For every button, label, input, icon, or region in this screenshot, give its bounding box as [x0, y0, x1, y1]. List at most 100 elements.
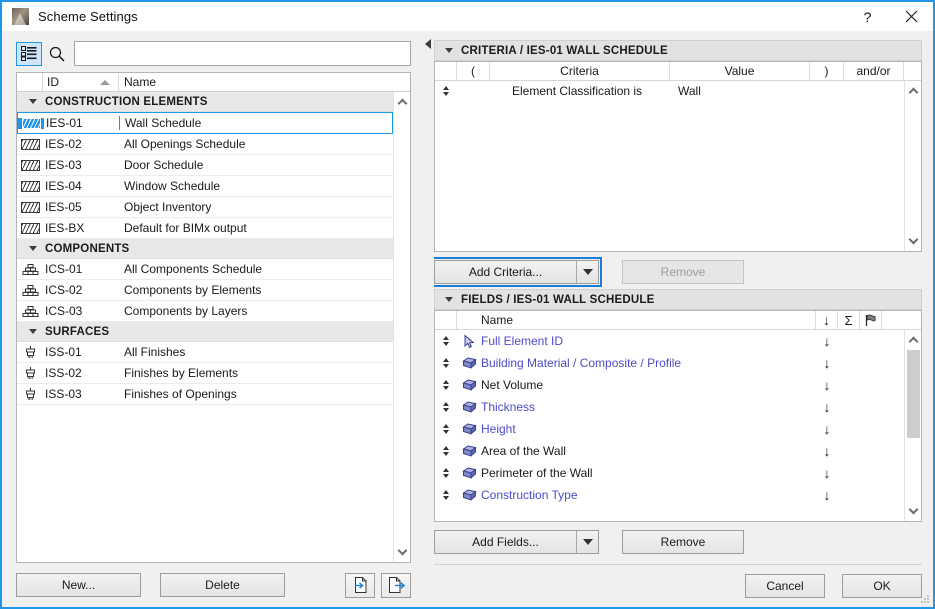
criteria-col-criteria[interactable]: Criteria: [490, 62, 670, 80]
criteria-col-open-paren[interactable]: (: [457, 62, 490, 80]
field-sort-icon[interactable]: ↓: [794, 399, 860, 415]
close-button[interactable]: [889, 2, 933, 31]
field-type-icon: [457, 466, 481, 480]
reorder-handle-icon[interactable]: [435, 468, 457, 478]
ok-button[interactable]: OK: [842, 574, 922, 598]
field-row[interactable]: Construction Type ↓: [435, 484, 904, 506]
criteria-panel-header[interactable]: CRITERIA / IES-01 WALL SCHEDULE: [434, 40, 922, 61]
fields-scroll-down[interactable]: [905, 503, 922, 519]
fields-panel-header[interactable]: FIELDS / IES-01 WALL SCHEDULE: [434, 289, 922, 310]
field-name[interactable]: Full Element ID: [481, 334, 794, 348]
scheme-list-item[interactable]: ISS-03 Finishes of Openings: [17, 384, 393, 405]
criteria-col-close-paren[interactable]: ): [810, 62, 844, 80]
field-name[interactable]: Construction Type: [481, 488, 794, 502]
delete-button[interactable]: Delete: [160, 573, 285, 597]
scheme-list-item[interactable]: ICS-03 Components by Layers: [17, 301, 393, 322]
reorder-handle-icon[interactable]: [435, 490, 457, 500]
remove-fields-button[interactable]: Remove: [622, 530, 744, 554]
criteria-value[interactable]: Wall: [670, 84, 810, 98]
criteria-col-value[interactable]: Value: [670, 62, 810, 80]
resize-grip[interactable]: [920, 594, 930, 604]
criteria-expression[interactable]: Element Classification is: [490, 84, 670, 98]
fields-col-sort[interactable]: ↓: [816, 311, 838, 329]
field-row[interactable]: Height ↓: [435, 418, 904, 440]
reorder-handle-icon[interactable]: [435, 424, 457, 434]
field-sort-icon[interactable]: ↓: [794, 377, 860, 393]
pane-divider[interactable]: [423, 31, 434, 607]
fields-scroll-up[interactable]: [905, 332, 922, 348]
criteria-scroll-down[interactable]: [905, 233, 922, 249]
reorder-handle-icon[interactable]: [435, 380, 457, 390]
field-name[interactable]: Perimeter of the Wall: [481, 466, 794, 480]
field-row[interactable]: Thickness ↓: [435, 396, 904, 418]
field-name[interactable]: Area of the Wall: [481, 444, 794, 458]
field-sort-icon[interactable]: ↓: [794, 465, 860, 481]
scheme-list-item[interactable]: IES-BX Default for BIMx output: [17, 218, 393, 239]
field-sort-icon[interactable]: ↓: [794, 355, 860, 371]
reorder-handle-icon[interactable]: [435, 402, 457, 412]
criteria-row[interactable]: Element Classification is Wall: [435, 81, 904, 101]
scheme-list-item[interactable]: ISS-02 Finishes by Elements: [17, 363, 393, 384]
criteria-scroll-up[interactable]: [905, 83, 922, 99]
field-row[interactable]: Net Volume ↓: [435, 374, 904, 396]
field-name[interactable]: Height: [481, 422, 794, 436]
fields-scroll-thumb[interactable]: [907, 350, 920, 438]
scheme-list-scrollbar[interactable]: [393, 92, 410, 562]
scroll-down-button[interactable]: [394, 544, 411, 560]
fields-scrollbar[interactable]: [904, 330, 921, 521]
scheme-list-item[interactable]: IES-02 All Openings Schedule: [17, 134, 393, 155]
add-fields-dropdown[interactable]: [576, 531, 598, 553]
search-input[interactable]: [74, 41, 411, 66]
column-header-id[interactable]: ID: [43, 73, 119, 91]
scheme-group-header[interactable]: CONSTRUCTION ELEMENTS: [17, 92, 393, 112]
criteria-col-andor[interactable]: and/or: [844, 62, 904, 80]
field-name[interactable]: Net Volume: [481, 378, 794, 392]
field-sort-icon[interactable]: ↓: [794, 333, 860, 349]
export-scheme-button[interactable]: [381, 572, 411, 598]
fields-col-sum[interactable]: Σ: [838, 311, 860, 329]
scheme-list-item[interactable]: ICS-01 All Components Schedule: [17, 259, 393, 280]
field-row[interactable]: Full Element ID ↓: [435, 330, 904, 352]
reorder-handle-icon[interactable]: [435, 446, 457, 456]
add-criteria-dropdown[interactable]: [576, 261, 598, 283]
fields-col-flag[interactable]: [860, 311, 882, 329]
scroll-up-button[interactable]: [394, 94, 411, 110]
scheme-list-item[interactable]: IES-03 Door Schedule: [17, 155, 393, 176]
column-header-name[interactable]: Name: [119, 73, 410, 91]
fields-col-name[interactable]: Name: [457, 311, 816, 329]
field-name[interactable]: Thickness: [481, 400, 794, 414]
chevron-down-icon: [29, 99, 37, 104]
reorder-handle-icon[interactable]: [435, 86, 457, 96]
field-row[interactable]: Perimeter of the Wall ↓: [435, 462, 904, 484]
scheme-list-item[interactable]: IES-05 Object Inventory: [17, 197, 393, 218]
scheme-list-item[interactable]: ICS-02 Components by Elements: [17, 280, 393, 301]
new-button[interactable]: New...: [16, 573, 141, 597]
reorder-handle-icon[interactable]: [435, 358, 457, 368]
scheme-list-item[interactable]: IES-04 Window Schedule: [17, 176, 393, 197]
criteria-grid-body: Element Classification is Wall: [435, 81, 921, 251]
field-sort-icon[interactable]: ↓: [794, 487, 860, 503]
field-name[interactable]: Building Material / Composite / Profile: [481, 356, 794, 370]
remove-criteria-button[interactable]: Remove: [622, 260, 744, 284]
scheme-list-item[interactable]: ISS-01 All Finishes: [17, 342, 393, 363]
scheme-group-header[interactable]: COMPONENTS: [17, 239, 393, 259]
field-row[interactable]: Building Material / Composite / Profile ↓: [435, 352, 904, 374]
add-criteria-label: Add Criteria...: [468, 265, 543, 279]
field-type-icon: [457, 333, 481, 349]
sigma-sum-icon: Σ: [844, 312, 853, 328]
add-fields-button[interactable]: Add Fields...: [434, 530, 599, 554]
criteria-scrollbar[interactable]: [904, 81, 921, 251]
scheme-group-header[interactable]: SURFACES: [17, 322, 393, 342]
field-sort-icon[interactable]: ↓: [794, 443, 860, 459]
collapse-left-pane-icon[interactable]: [425, 39, 431, 49]
import-scheme-button[interactable]: [345, 572, 375, 598]
field-sort-icon[interactable]: ↓: [794, 421, 860, 437]
scheme-list-item[interactable]: IES-01 Wall Schedule: [17, 112, 393, 134]
cancel-button[interactable]: Cancel: [745, 574, 825, 598]
search-icon-wrap[interactable]: [44, 46, 70, 62]
field-row[interactable]: Area of the Wall ↓: [435, 440, 904, 462]
reorder-handle-icon[interactable]: [435, 336, 457, 346]
tree-view-toggle[interactable]: [16, 41, 42, 66]
add-criteria-button[interactable]: Add Criteria...: [431, 257, 602, 287]
help-button[interactable]: ?: [846, 2, 889, 31]
